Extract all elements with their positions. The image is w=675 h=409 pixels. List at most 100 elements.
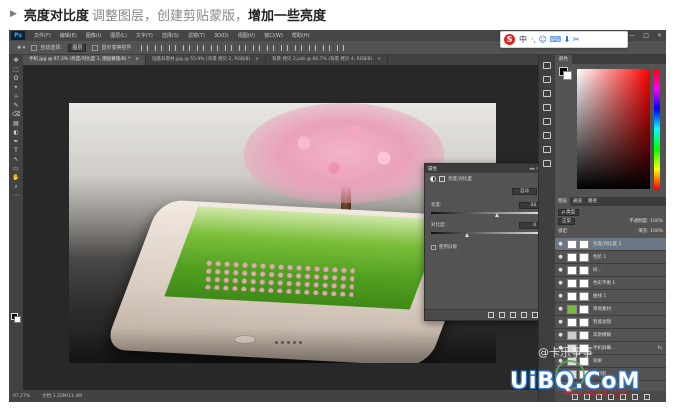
distribute-vcenter-icon[interactable]	[239, 44, 247, 51]
contrast-input[interactable]: 0	[519, 222, 539, 229]
tab-channels[interactable]: 通道	[570, 197, 585, 206]
path-select-tool-icon[interactable]: ↖	[12, 157, 20, 163]
layer-mask-thumbnail[interactable]	[579, 265, 589, 275]
align-vcenter-icon[interactable]	[155, 44, 163, 51]
brush-tool-icon[interactable]: ✎	[12, 103, 20, 109]
layer-mask-thumbnail[interactable]	[579, 291, 589, 301]
fx-badge[interactable]: fx	[658, 346, 662, 351]
eye-icon[interactable]: ●	[557, 241, 564, 247]
pen-tool-icon[interactable]: ✒	[12, 139, 20, 145]
hue-slider[interactable]	[654, 69, 660, 189]
delete-layer-icon[interactable]	[643, 393, 650, 400]
eye-icon[interactable]: ●	[557, 306, 564, 312]
menu-edit[interactable]: 编辑(E)	[60, 32, 77, 39]
crop-tool-icon[interactable]: ⊹	[12, 94, 20, 100]
layer-mask-thumbnail[interactable]	[579, 239, 589, 249]
align-right-icon[interactable]	[211, 44, 219, 51]
3d-pan-icon[interactable]	[337, 44, 345, 51]
align-bottom-icon[interactable]	[169, 44, 177, 51]
clip-to-layer-icon[interactable]	[488, 312, 494, 318]
close-icon[interactable]: ×	[135, 57, 139, 62]
doc-tab-psb[interactable]: 背景 拷贝 2.psb @ 66.7% (背景 拷贝 4, RGB/8) ×	[266, 55, 389, 65]
menu-file[interactable]: 文件(F)	[34, 32, 51, 39]
properties-icon[interactable]	[543, 132, 551, 139]
distribute-top-icon[interactable]	[225, 44, 233, 51]
distribute-right-icon[interactable]	[295, 44, 303, 51]
eye-icon[interactable]: ●	[557, 280, 564, 286]
layer-mask-thumbnail[interactable]	[579, 330, 589, 340]
lasso-tool-icon[interactable]: ʘ	[12, 76, 20, 82]
contrast-slider[interactable]	[431, 232, 539, 234]
close-icon[interactable]: ×	[377, 57, 381, 62]
align-hcenter-icon[interactable]	[197, 44, 205, 51]
menu-view[interactable]: 视图(V)	[238, 32, 255, 39]
type-tool-icon[interactable]: T	[12, 148, 20, 154]
actions-icon[interactable]	[543, 76, 551, 83]
brightness-input[interactable]: 33	[519, 202, 539, 209]
layer-row[interactable]: ● 色阶 1	[555, 251, 666, 264]
paragraph-icon[interactable]	[543, 118, 551, 125]
reset-icon[interactable]	[510, 312, 516, 318]
distribute-hcenter-icon[interactable]	[281, 44, 289, 51]
eraser-tool-icon[interactable]: ⌫	[12, 112, 20, 118]
fill-field[interactable]: 填充: 100%	[638, 228, 663, 236]
brightness-slider-thumb[interactable]	[494, 213, 499, 217]
properties-header[interactable]: 属性 ◂◂ ×	[425, 164, 543, 173]
distribute-bottom-icon[interactable]	[253, 44, 261, 51]
menu-image[interactable]: 图像(I)	[86, 32, 101, 39]
move-tool-icon[interactable]: ✥ ▾	[17, 45, 25, 51]
layer-mask-thumbnail[interactable]	[579, 278, 589, 288]
layer-row[interactable]: ● 亮度/对比度 1	[555, 238, 666, 251]
menu-window[interactable]: 窗口(W)	[264, 32, 283, 39]
layer-filter-dropdown[interactable]: ρ 类型	[558, 208, 580, 216]
hand-tool-icon[interactable]: ✋	[12, 175, 20, 181]
layer-row[interactable]: ● 曲线 1	[555, 290, 666, 303]
adjustments-icon[interactable]	[543, 146, 551, 153]
auto-select-checkbox[interactable]	[31, 44, 38, 51]
visibility-icon[interactable]	[521, 312, 527, 318]
tab-layers[interactable]: 图层	[555, 197, 570, 206]
menu-select[interactable]: 选择(S)	[162, 32, 179, 39]
brightness-slider[interactable]	[431, 212, 539, 214]
distribute-left-icon[interactable]	[267, 44, 275, 51]
layer-row[interactable]: ● 树...	[555, 264, 666, 277]
close-button[interactable]: ×	[657, 32, 662, 39]
eye-icon[interactable]: ●	[557, 332, 564, 338]
align-left-icon[interactable]	[183, 44, 191, 51]
sogou-logo[interactable]: S	[504, 34, 515, 45]
doc-tab-background[interactable]: 炫酷背景材.jpg @ 55.9% (背景 拷贝 2, RGB/8) ×	[146, 55, 266, 65]
menu-filter[interactable]: 滤镜(T)	[188, 32, 205, 39]
layer-mask-thumbnail[interactable]	[579, 304, 589, 314]
color-picker-field[interactable]	[577, 69, 650, 189]
gradient-tool-icon[interactable]: ▤	[12, 121, 20, 127]
eye-icon[interactable]: ●	[557, 267, 564, 273]
layer-mask-thumbnail[interactable]	[579, 317, 589, 327]
legacy-option[interactable]: 使用旧版	[431, 244, 457, 250]
more-tools-icon[interactable]: ⋯	[12, 193, 20, 199]
eye-icon[interactable]: ●	[557, 254, 564, 260]
contrast-slider-thumb[interactable]	[465, 233, 469, 237]
zoom-level[interactable]: 97.27%	[13, 394, 30, 399]
quick-select-tool-icon[interactable]: ⌖	[12, 85, 20, 91]
3d-mode-icon[interactable]	[309, 44, 317, 51]
layer-row[interactable]: ● 草地素材	[555, 303, 666, 316]
brush-presets-icon[interactable]	[543, 90, 551, 97]
history-icon[interactable]	[543, 62, 551, 69]
color-background-swatch[interactable]	[563, 71, 572, 80]
maximize-button[interactable]: □	[643, 32, 649, 39]
marquee-tool-icon[interactable]: ⬚	[12, 67, 20, 73]
align-top-icon[interactable]	[141, 44, 149, 51]
doc-tab-phone[interactable]: 手机.jpg @ 97.3% (亮度/对比度 1, 图层蒙版/8) * ×	[23, 55, 147, 65]
layer-row[interactable]: ● 高斯模糊	[555, 329, 666, 342]
move-tool-icon[interactable]: ✥	[12, 58, 20, 64]
styles-icon[interactable]	[543, 160, 551, 167]
legacy-checkbox[interactable]	[431, 244, 436, 250]
menu-3d[interactable]: 3D(D)	[214, 33, 229, 39]
auto-button[interactable]: 自动	[512, 188, 537, 195]
opacity-field[interactable]: 不透明度: 100%	[629, 218, 663, 226]
shape-tool-icon[interactable]: ▭	[12, 166, 20, 172]
ime-tool-icons[interactable]: ·, ☺ ⌨ ⬇ ✂	[531, 35, 580, 44]
minimize-button[interactable]: —	[629, 32, 635, 39]
layer-row[interactable]: ● 智能滤镜	[555, 316, 666, 329]
show-transform-checkbox[interactable]	[92, 44, 99, 51]
